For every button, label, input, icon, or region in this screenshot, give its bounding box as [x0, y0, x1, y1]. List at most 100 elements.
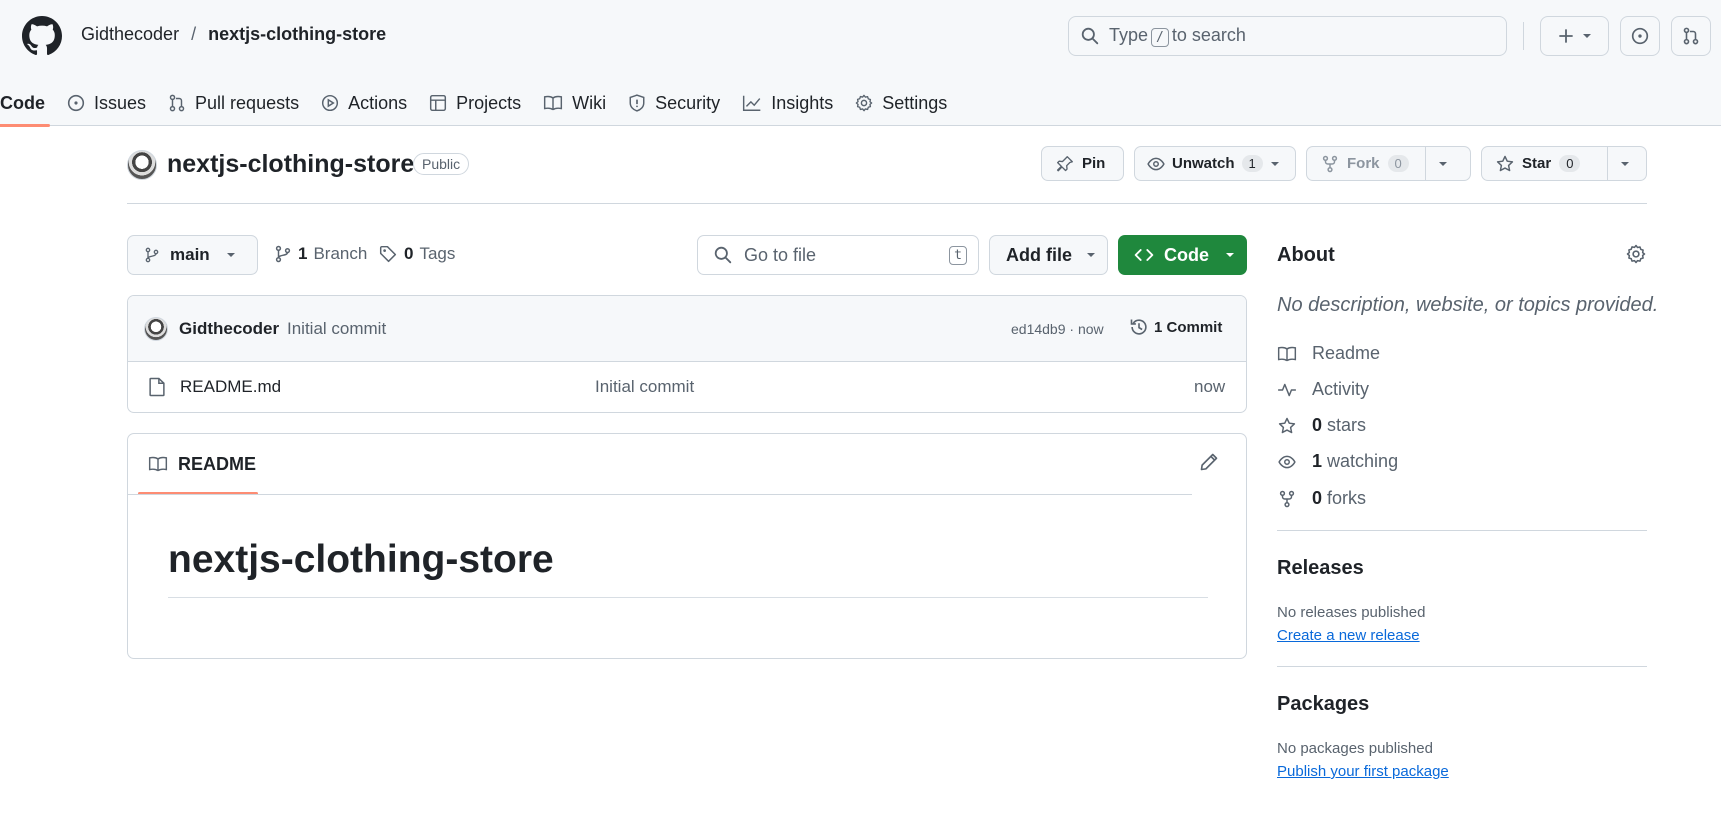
- tab-projects[interactable]: Projects: [418, 80, 532, 126]
- fork-button[interactable]: Fork 0: [1306, 146, 1471, 181]
- global-search-input[interactable]: Type / to search: [1068, 16, 1507, 56]
- github-logo-icon[interactable]: [22, 16, 62, 56]
- owner-link[interactable]: Gidthecoder: [81, 24, 179, 45]
- tab-label: Actions: [348, 92, 408, 113]
- pull-requests-button[interactable]: [1671, 16, 1711, 56]
- tab-label: Insights: [771, 92, 834, 113]
- shield-icon: [628, 94, 646, 112]
- tab-label: Security: [655, 92, 721, 113]
- book-icon: [148, 455, 168, 473]
- branch-count: 1: [298, 244, 308, 263]
- fork-dropdown[interactable]: [1425, 147, 1460, 180]
- pin-button[interactable]: Pin: [1041, 146, 1124, 181]
- caret-down-icon: [1270, 159, 1280, 169]
- branches-link[interactable]: 1 Branch: [274, 244, 367, 264]
- forks-link[interactable]: 0 forks: [1277, 488, 1366, 509]
- about-divider: [1277, 530, 1647, 531]
- file-row[interactable]: README.md Initial commit now: [128, 362, 1246, 412]
- code-button[interactable]: Code: [1118, 235, 1247, 275]
- unwatch-button[interactable]: Unwatch 1: [1134, 146, 1296, 181]
- file-list: Gidthecoder Initial commit ed14db9 · now…: [127, 295, 1247, 413]
- repo-link[interactable]: nextjs-clothing-store: [208, 24, 386, 45]
- add-file-button[interactable]: Add file: [989, 235, 1108, 275]
- star-label: Star: [1522, 155, 1552, 172]
- file-icon: [148, 377, 166, 397]
- tab-insights[interactable]: Insights: [731, 80, 844, 126]
- watching-count: 1: [1312, 451, 1323, 471]
- branch-icon: [144, 247, 160, 263]
- star-button[interactable]: Star 0: [1481, 146, 1647, 181]
- commit-hash-time[interactable]: ed14db9 · now: [1011, 321, 1104, 337]
- releases-title[interactable]: Releases: [1277, 557, 1364, 580]
- activity-link[interactable]: Activity: [1277, 379, 1369, 400]
- add-file-label: Add file: [1006, 244, 1072, 265]
- caret-down-icon: [1438, 159, 1448, 169]
- eye-icon: [1277, 453, 1297, 471]
- repo-title[interactable]: nextjs-clothing-store: [167, 150, 414, 179]
- readme-header-divider: [128, 494, 1192, 495]
- readme-heading: nextjs-clothing-store: [168, 538, 554, 581]
- owner-avatar[interactable]: [127, 150, 157, 180]
- tab-security[interactable]: Security: [617, 80, 731, 126]
- tab-label: Issues: [94, 92, 147, 113]
- readme-tab-label: README: [178, 453, 257, 474]
- repo-nav-tabs: Code Issues Pull requests Actions Projec…: [0, 80, 958, 127]
- about-settings-button[interactable]: [1626, 244, 1646, 264]
- edit-readme-button[interactable]: [1199, 452, 1219, 472]
- commit-author[interactable]: Gidthecoder: [179, 319, 279, 339]
- pull-request-icon: [1682, 27, 1700, 45]
- commit-message[interactable]: Initial commit: [287, 319, 386, 339]
- tab-label: Code: [0, 92, 45, 113]
- star-dropdown[interactable]: [1607, 147, 1642, 180]
- tab-actions[interactable]: Actions: [310, 80, 418, 126]
- tag-count: 0: [404, 244, 414, 263]
- stars-link[interactable]: 0 stars: [1277, 415, 1366, 436]
- tab-wiki[interactable]: Wiki: [532, 80, 617, 126]
- tab-settings[interactable]: Settings: [844, 80, 958, 126]
- book-icon: [543, 94, 563, 112]
- tab-issues[interactable]: Issues: [56, 80, 157, 126]
- tab-pull-requests[interactable]: Pull requests: [157, 80, 310, 126]
- plus-icon: [1558, 28, 1574, 44]
- star-count: 0: [1559, 155, 1581, 172]
- publish-package-link[interactable]: Publish your first package: [1277, 763, 1449, 780]
- breadcrumb-separator: /: [191, 24, 197, 44]
- visibility-badge: Public: [413, 153, 470, 175]
- readme-tab[interactable]: README: [138, 434, 258, 495]
- caret-down-icon: [226, 250, 236, 260]
- tags-link[interactable]: 0 Tags: [378, 244, 455, 264]
- readme-link[interactable]: Readme: [1277, 343, 1380, 364]
- create-new-button[interactable]: [1540, 16, 1609, 56]
- commit-author-avatar[interactable]: [144, 317, 168, 341]
- search-shortcut-key: /: [1151, 28, 1169, 47]
- packages-title[interactable]: Packages: [1277, 693, 1369, 716]
- go-to-file-input[interactable]: Go to file t: [697, 235, 979, 275]
- commits-link[interactable]: 1 Commit: [1129, 317, 1222, 337]
- create-release-link[interactable]: Create a new release: [1277, 627, 1420, 644]
- tag-label: Tags: [419, 244, 456, 263]
- file-name[interactable]: README.md: [180, 377, 281, 397]
- book-icon: [1277, 345, 1297, 363]
- table-icon: [429, 94, 447, 112]
- breadcrumb: Gidthecoder / nextjs-clothing-store: [81, 24, 386, 45]
- header-top-row: Gidthecoder / nextjs-clothing-store Type…: [0, 0, 1721, 72]
- tab-code[interactable]: Code: [0, 80, 56, 127]
- tab-label: Settings: [882, 92, 948, 113]
- commits-count-label: 1 Commit: [1154, 318, 1223, 336]
- branch-selector[interactable]: main: [127, 235, 258, 275]
- watching-link[interactable]: 1 watching: [1277, 451, 1398, 472]
- tab-label: Pull requests: [195, 92, 300, 113]
- header-divider: [1523, 22, 1524, 50]
- pin-label: Pin: [1082, 155, 1106, 172]
- file-commit-message[interactable]: Initial commit: [595, 377, 694, 397]
- readme-heading-rule: [168, 597, 1208, 598]
- watching-label: watching: [1327, 451, 1399, 471]
- readme-panel: README nextjs-clothing-store: [127, 433, 1247, 659]
- pull-request-icon: [168, 94, 186, 112]
- stars-count: 0: [1312, 415, 1323, 435]
- gear-icon: [1626, 244, 1646, 264]
- star-icon: [1496, 155, 1514, 173]
- issue-icon: [1631, 27, 1649, 45]
- issues-button[interactable]: [1620, 16, 1660, 56]
- unwatch-label: Unwatch: [1172, 155, 1235, 172]
